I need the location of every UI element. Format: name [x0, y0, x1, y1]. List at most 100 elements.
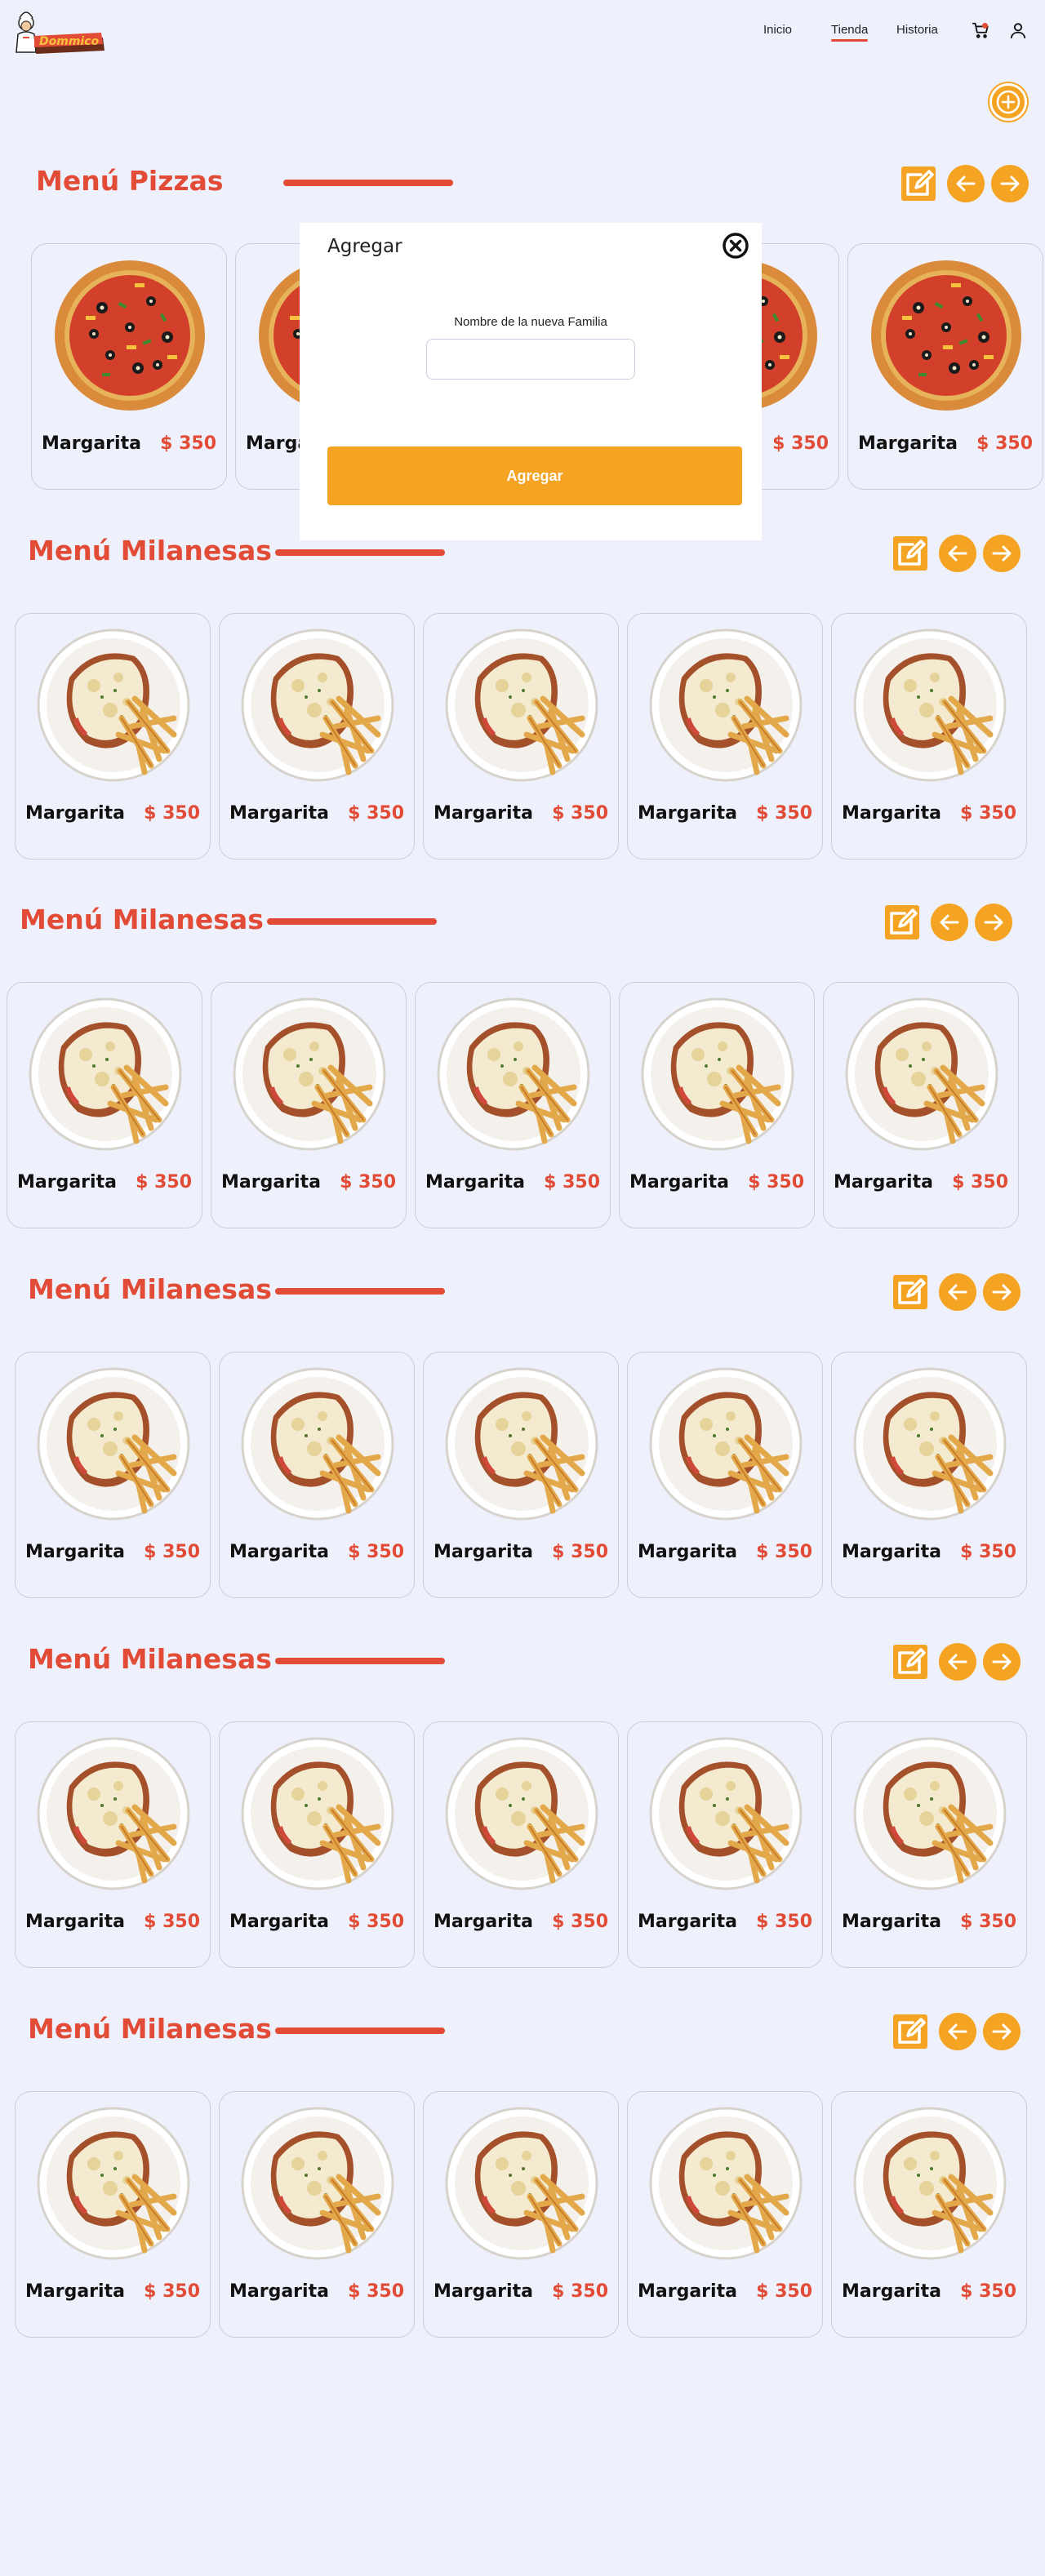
product-card[interactable]: Margarita $ 350: [831, 1721, 1027, 1968]
milanesa-image: [649, 1367, 803, 1521]
product-price: $ 350: [960, 803, 1016, 824]
product-name: Margarita: [629, 1172, 729, 1193]
modal-title: Agregar: [327, 236, 402, 257]
product-card[interactable]: Margarita $ 350: [423, 613, 619, 859]
arrow-left-icon[interactable]: [939, 1643, 976, 1681]
product-name: Margarita: [858, 433, 958, 454]
milanesa-image: [29, 997, 182, 1151]
product-card[interactable]: Margarita $ 350: [7, 982, 202, 1228]
product-card[interactable]: Margarita $ 350: [627, 613, 823, 859]
product-price: $ 350: [772, 433, 829, 454]
milanesa-image: [853, 1737, 1007, 1890]
product-card[interactable]: Margarita $ 350: [627, 1352, 823, 1598]
arrow-left-icon[interactable]: [939, 535, 976, 572]
product-price: $ 350: [960, 1542, 1016, 1562]
arrow-left-icon[interactable]: [931, 904, 968, 941]
product-card[interactable]: Margarita $ 350: [15, 1352, 211, 1598]
product-price: $ 350: [976, 433, 1033, 454]
product-card[interactable]: Margarita $ 350: [219, 1721, 415, 1968]
product-name: Margarita: [842, 1542, 941, 1562]
product-card[interactable]: Margarita $ 350: [423, 1721, 619, 1968]
arrow-right-icon[interactable]: [975, 904, 1012, 941]
section-underline: [275, 1288, 445, 1295]
modal-submit-button[interactable]: Agregar: [327, 446, 742, 505]
arrow-right-icon[interactable]: [983, 535, 1021, 572]
product-name: Margarita: [25, 1912, 125, 1932]
product-name: Margarita: [229, 1912, 329, 1932]
product-price: $ 350: [348, 1912, 404, 1932]
product-price: $ 350: [756, 1542, 812, 1562]
product-price: $ 350: [552, 1542, 608, 1562]
product-name: Margarita: [834, 1172, 933, 1193]
product-price: $ 350: [144, 2281, 200, 2302]
milanesa-image: [37, 1367, 190, 1521]
product-card[interactable]: Margarita $ 350: [423, 1352, 619, 1598]
product-card[interactable]: Margarita $ 350: [847, 243, 1043, 490]
add-family-button[interactable]: [989, 83, 1027, 121]
arrow-left-icon[interactable]: [939, 2013, 976, 2050]
product-name: Margarita: [842, 2281, 941, 2302]
product-card[interactable]: Margarita $ 350: [627, 1721, 823, 1968]
product-price: $ 350: [144, 803, 200, 824]
edit-icon[interactable]: [890, 2011, 931, 2052]
nav-inicio[interactable]: Inicio: [763, 23, 792, 37]
product-name: Margarita: [842, 1912, 941, 1932]
milanesa-image: [445, 628, 598, 782]
product-card[interactable]: Margarita $ 350: [619, 982, 815, 1228]
edit-icon[interactable]: [898, 163, 939, 204]
product-card[interactable]: Margarita $ 350: [15, 2091, 211, 2338]
product-card[interactable]: Margarita $ 350: [15, 613, 211, 859]
section-title: Menú Milanesas: [20, 904, 264, 935]
arrow-left-icon[interactable]: [947, 165, 985, 202]
edit-icon[interactable]: [882, 902, 923, 943]
family-name-input[interactable]: [426, 339, 635, 380]
product-name: Margarita: [434, 2281, 533, 2302]
arrow-right-icon[interactable]: [991, 165, 1029, 202]
menu-section: Menú Milanesas Margarita $ 350 Margarita…: [0, 900, 1037, 1269]
product-name: Margarita: [434, 803, 533, 824]
nav-tienda[interactable]: Tienda: [831, 23, 869, 42]
product-name: Margarita: [229, 803, 329, 824]
arrow-right-icon[interactable]: [983, 2013, 1021, 2050]
product-card[interactable]: Margarita $ 350: [831, 1352, 1027, 1598]
product-card[interactable]: Margarita $ 350: [211, 982, 407, 1228]
product-card[interactable]: Margarita $ 350: [415, 982, 611, 1228]
product-card[interactable]: Margarita $ 350: [15, 1721, 211, 1968]
arrow-left-icon[interactable]: [939, 1273, 976, 1311]
product-card[interactable]: Margarita $ 350: [31, 243, 227, 490]
edit-icon[interactable]: [890, 1641, 931, 1682]
nav-historia[interactable]: Historia: [896, 23, 938, 37]
brand-logo[interactable]: Dommico: [11, 5, 109, 59]
section-title: Menú Pizzas: [36, 165, 224, 197]
product-name: Margarita: [638, 1912, 737, 1932]
arrow-right-icon[interactable]: [983, 1643, 1021, 1681]
product-card[interactable]: Margarita $ 350: [627, 2091, 823, 2338]
product-price: $ 350: [136, 1172, 192, 1193]
close-icon[interactable]: [721, 231, 750, 260]
product-card[interactable]: Margarita $ 350: [219, 613, 415, 859]
product-price: $ 350: [340, 1172, 396, 1193]
user-icon[interactable]: [1009, 21, 1027, 39]
product-card[interactable]: Margarita $ 350: [823, 982, 1019, 1228]
product-card[interactable]: Margarita $ 350: [423, 2091, 619, 2338]
milanesa-image: [641, 997, 794, 1151]
product-card[interactable]: Margarita $ 350: [831, 2091, 1027, 2338]
product-price: $ 350: [748, 1172, 804, 1193]
arrow-right-icon[interactable]: [983, 1273, 1021, 1311]
product-card[interactable]: Margarita $ 350: [831, 613, 1027, 859]
menu-section: Menú Milanesas Margarita $ 350 Margarita…: [0, 531, 1045, 900]
product-card[interactable]: Margarita $ 350: [219, 2091, 415, 2338]
product-name: Margarita: [25, 2281, 125, 2302]
menu-section: Menú Milanesas Margarita $ 350 Margarita…: [0, 1270, 1045, 1639]
site-header: Dommico Inicio Tienda Historia: [0, 0, 1045, 65]
edit-icon[interactable]: [890, 533, 931, 574]
edit-icon[interactable]: [890, 1272, 931, 1312]
section-underline: [275, 2027, 445, 2034]
milanesa-image: [445, 2107, 598, 2260]
product-price: $ 350: [756, 2281, 812, 2302]
product-price: $ 350: [144, 1542, 200, 1562]
product-card[interactable]: Margarita $ 350: [219, 1352, 415, 1598]
product-name: Margarita: [842, 803, 941, 824]
product-name: Margarita: [638, 1542, 737, 1562]
product-name: Margarita: [638, 2281, 737, 2302]
